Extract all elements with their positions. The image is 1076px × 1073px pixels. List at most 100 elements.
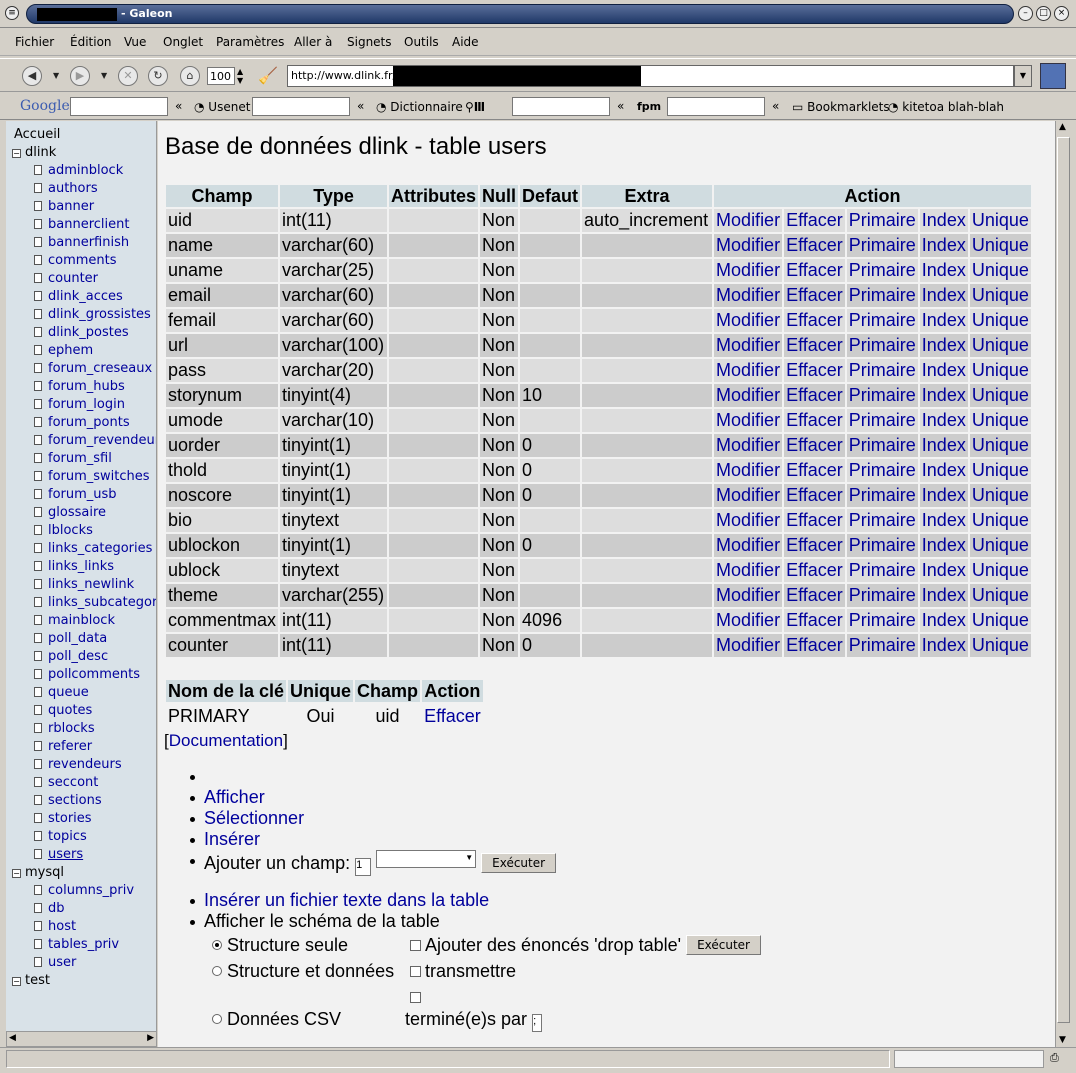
action-unique-link[interactable]: Unique xyxy=(969,259,1031,282)
tree-table-item[interactable]: mainblock xyxy=(34,613,115,628)
extra-option[interactable] xyxy=(410,987,425,1008)
action-primaire-link[interactable]: Primaire xyxy=(846,459,918,482)
drop-table-checkbox[interactable] xyxy=(410,940,421,951)
action-effacer-link[interactable]: Effacer xyxy=(784,234,845,257)
action-primaire-link[interactable]: Primaire xyxy=(846,359,918,382)
menu-vue[interactable]: Vue xyxy=(124,35,146,49)
tree-table-item[interactable]: lblocks xyxy=(34,523,93,538)
reload-icon[interactable]: ↻ xyxy=(148,66,168,86)
maximize-icon[interactable]: □ xyxy=(1036,6,1051,21)
action-index-link[interactable]: Index xyxy=(919,259,968,282)
clear-location-icon[interactable]: 🧹 xyxy=(258,66,278,85)
action-index-link[interactable]: Index xyxy=(919,334,968,357)
action-index-link[interactable]: Index xyxy=(919,609,968,632)
action-effacer-link[interactable]: Effacer xyxy=(784,434,845,457)
tree-table-item[interactable]: columns_priv xyxy=(34,883,134,898)
tree-table-item[interactable]: forum_login xyxy=(34,397,125,412)
kitetoa-link[interactable]: ◔ kitetoa blah-blah xyxy=(888,100,1004,114)
action-effacer-link[interactable]: Effacer xyxy=(784,409,845,432)
google-search-input[interactable] xyxy=(70,97,168,116)
action-modifier-link[interactable]: Modifier xyxy=(714,284,783,307)
action-primaire-link[interactable]: Primaire xyxy=(846,534,918,557)
usenet-search-input[interactable] xyxy=(252,97,350,116)
tree-table-item[interactable]: ephem xyxy=(34,343,93,358)
action-index-link[interactable]: Index xyxy=(919,584,968,607)
action-primaire-link[interactable]: Primaire xyxy=(846,634,918,657)
structure-donnees-radio[interactable] xyxy=(212,966,222,976)
action-index-link[interactable]: Index xyxy=(919,284,968,307)
scroll-left-icon[interactable]: ◀ xyxy=(9,1033,16,1043)
action-primaire-link[interactable]: Primaire xyxy=(846,209,918,232)
menu-onglet[interactable]: Onglet xyxy=(163,35,203,49)
action-index-link[interactable]: Index xyxy=(919,509,968,532)
action-modifier-link[interactable]: Modifier xyxy=(714,559,783,582)
action-index-link[interactable]: Index xyxy=(919,534,968,557)
tree-table-item[interactable]: stories xyxy=(34,811,92,826)
menu-fichier[interactable]: Fichier xyxy=(15,35,54,49)
stop-icon[interactable]: ✕ xyxy=(118,66,138,86)
drop-table-option[interactable]: Ajouter des énoncés 'drop table' Exécute… xyxy=(410,935,761,956)
action-index-link[interactable]: Index xyxy=(919,434,968,457)
extra-checkbox[interactable] xyxy=(410,992,421,1003)
champ-count-input[interactable]: 1 xyxy=(355,858,372,876)
key-effacer-link[interactable]: Effacer xyxy=(422,704,483,728)
action-modifier-link[interactable]: Modifier xyxy=(714,309,783,332)
tree-table-item[interactable]: banner xyxy=(34,199,94,214)
action-effacer-link[interactable]: Effacer xyxy=(784,634,845,657)
action-index-link[interactable]: Index xyxy=(919,209,968,232)
zoom-spin-icon[interactable]: ▲ ▼ xyxy=(237,67,243,85)
minimize-icon[interactable]: – xyxy=(1018,6,1033,21)
termine-input[interactable]: ; xyxy=(532,1014,543,1032)
menu-signets[interactable]: Signets xyxy=(347,35,392,49)
scroll-thumb[interactable] xyxy=(1057,137,1070,1023)
structure-donnees-option[interactable]: Structure et données xyxy=(212,961,394,982)
menu-outils[interactable]: Outils xyxy=(404,35,439,49)
go-icon[interactable] xyxy=(1040,63,1066,89)
tree-table-item[interactable]: links_categories xyxy=(34,541,152,556)
tree-table-item[interactable]: links_subcategories xyxy=(34,595,156,610)
tree-table-item[interactable]: forum_ponts xyxy=(34,415,130,430)
action-primaire-link[interactable]: Primaire xyxy=(846,384,918,407)
url-history-icon[interactable]: ▼ xyxy=(1014,65,1032,87)
back-history-icon[interactable]: ▼ xyxy=(53,71,59,80)
tree-table-item[interactable]: links_newlink xyxy=(34,577,134,592)
tree-table-item[interactable]: forum_creseaux xyxy=(34,361,152,376)
tree-table-item[interactable]: counter xyxy=(34,271,98,286)
home-icon[interactable]: ⌂ xyxy=(180,66,200,86)
tree-db-mysql[interactable]: − mysql xyxy=(12,865,64,880)
action-index-link[interactable]: Index xyxy=(919,559,968,582)
action-unique-link[interactable]: Unique xyxy=(969,459,1031,482)
tree-table-item[interactable]: adminblock xyxy=(34,163,123,178)
tree-db-test[interactable]: − test xyxy=(12,973,50,988)
action-index-link[interactable]: Index xyxy=(919,634,968,657)
tree-table-item[interactable]: topics xyxy=(34,829,87,844)
collapse-icon[interactable]: − xyxy=(12,869,21,878)
sidebar-horizontal-scrollbar[interactable]: ◀ ▶ xyxy=(6,1031,157,1047)
action-primaire-link[interactable]: Primaire xyxy=(846,559,918,582)
tree-table-item[interactable]: seccont xyxy=(34,775,98,790)
action-primaire-link[interactable]: Primaire xyxy=(846,259,918,282)
schema-executer-button[interactable]: Exécuter xyxy=(686,935,761,955)
structure-seule-radio[interactable] xyxy=(212,940,222,950)
structure-seule-option[interactable]: Structure seule xyxy=(212,935,348,956)
action-primaire-link[interactable]: Primaire xyxy=(846,234,918,257)
tree-table-item[interactable]: poll_desc xyxy=(34,649,108,664)
action-modifier-link[interactable]: Modifier xyxy=(714,634,783,657)
action-primaire-link[interactable]: Primaire xyxy=(846,609,918,632)
action-modifier-link[interactable]: Modifier xyxy=(714,359,783,382)
tree-table-item[interactable]: sections xyxy=(34,793,102,808)
tree-table-item[interactable]: users xyxy=(34,847,83,862)
action-primaire-link[interactable]: Primaire xyxy=(846,434,918,457)
documentation-link[interactable]: Documentation xyxy=(169,731,283,750)
action-effacer-link[interactable]: Effacer xyxy=(784,259,845,282)
action-modifier-link[interactable]: Modifier xyxy=(714,484,783,507)
tree-table-item[interactable]: pollcomments xyxy=(34,667,140,682)
action-primaire-link[interactable]: Primaire xyxy=(846,584,918,607)
action-modifier-link[interactable]: Modifier xyxy=(714,209,783,232)
action-unique-link[interactable]: Unique xyxy=(969,484,1031,507)
back-icon[interactable]: ◀ xyxy=(22,66,42,86)
action-index-link[interactable]: Index xyxy=(919,234,968,257)
tree-table-item[interactable]: dlink_postes xyxy=(34,325,129,340)
fpm-search-input[interactable] xyxy=(667,97,765,116)
collapse-icon[interactable]: − xyxy=(12,977,21,986)
